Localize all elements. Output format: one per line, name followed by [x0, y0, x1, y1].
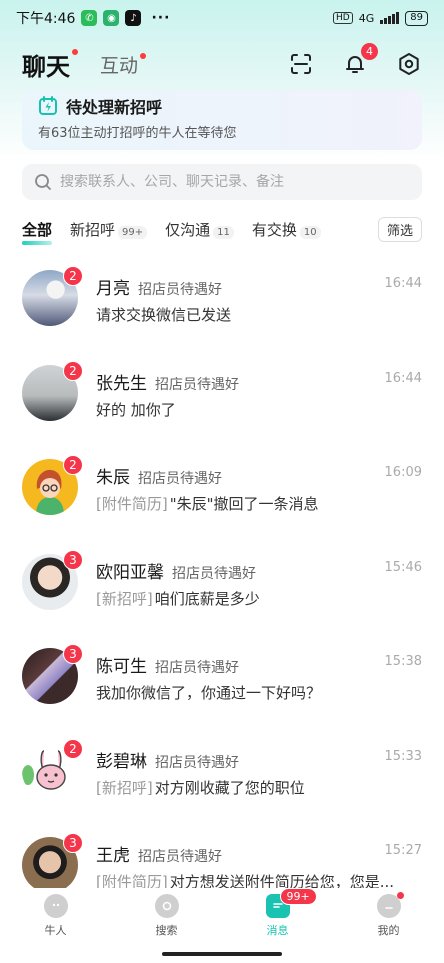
nav-label: 搜索 — [155, 924, 178, 937]
status-bar: 下午4:46 ✆ ◉ ♪ ··· HD 4G 89 — [0, 0, 444, 36]
pending-greetings-card[interactable]: 待处理新招呼 有63位主动打招呼的牛人在等待您 — [22, 90, 422, 150]
job-title: 招店员待遇好 — [155, 660, 239, 676]
compass-icon — [154, 894, 179, 918]
job-title: 招店员待遇好 — [155, 376, 239, 393]
tiktok-icon: ♪ — [125, 10, 142, 26]
message-preview: [附件简历] "朱辰"撤回了一条消息 — [96, 495, 319, 513]
tab-count: 99+ — [118, 225, 148, 239]
job-title: 招店员待遇好 — [138, 849, 222, 865]
contact-name: 彭碧琳 — [96, 751, 147, 772]
messages-badge: 99+ — [279, 888, 317, 905]
nav-messages[interactable]: 99+ 消息 — [222, 888, 333, 948]
nav-label: 我的 — [377, 924, 400, 937]
chat-dot-icon — [72, 48, 78, 55]
talent-icon — [43, 894, 68, 918]
contact-name: 朱辰 — [96, 468, 130, 488]
unread-badge: 2 — [63, 360, 83, 381]
contact-name: 张先生 — [96, 373, 147, 394]
message-tag: [附件简历] — [96, 495, 168, 513]
app-header: 聊天 互动 4 — [0, 40, 444, 88]
phone-app-icon: ✆ — [81, 10, 98, 26]
contact-name: 王虎 — [96, 846, 130, 866]
chat-item[interactable]: 2 张先生 招店员待遇好 16:44 好的 加你了 — [0, 349, 444, 444]
job-title: 招店员待遇好 — [138, 282, 222, 298]
message-preview: 请求交换微信已发送 — [96, 306, 232, 324]
message-tag: [新招呼] — [96, 589, 153, 608]
nav-me[interactable]: 我的 — [333, 888, 444, 948]
search-bar[interactable] — [22, 164, 422, 200]
filter-tab-new-greetings[interactable]: 新招呼 99+ — [70, 219, 148, 240]
message-time: 16:44 — [384, 276, 422, 291]
unread-badge: 3 — [63, 549, 83, 570]
message-preview: 好的 加你了 — [96, 400, 176, 419]
message-time: 16:09 — [384, 465, 422, 480]
message-time: 16:44 — [384, 370, 422, 386]
search-icon — [35, 174, 51, 190]
search-input[interactable] — [60, 174, 410, 190]
bell-icon[interactable]: 4 — [342, 43, 378, 77]
me-dot-icon — [396, 892, 404, 899]
unread-badge: 2 — [63, 455, 83, 475]
hd-indicator: HD — [333, 12, 353, 24]
tab-interact[interactable]: 互动 — [100, 51, 147, 78]
nav-search[interactable]: 搜索 — [111, 888, 222, 948]
contact-name: 陈可生 — [96, 657, 147, 677]
home-indicator — [162, 952, 282, 956]
message-tag: [新招呼] — [96, 778, 153, 797]
filter-tabs: 全部 新招呼 99+ 仅沟通 11 有交换 10 筛选 — [22, 214, 422, 245]
calendar-lightning-icon — [39, 96, 57, 115]
contact-name: 欧阳亚馨 — [96, 562, 164, 583]
chat-item[interactable]: 3 欧阳亚馨 招店员待遇好 15:46 [新招呼] 咱们底薪是多少 — [0, 538, 444, 633]
job-title: 招店员待遇好 — [155, 754, 239, 771]
unread-badge: 2 — [63, 738, 83, 759]
scan-icon[interactable] — [288, 51, 314, 77]
status-time: 下午4:46 — [16, 11, 76, 27]
tab-count: 10 — [299, 225, 321, 239]
more-notifications-icon: ··· — [151, 10, 171, 26]
message-time: 15:33 — [384, 748, 422, 764]
notification-badge: 4 — [361, 43, 378, 60]
settings-icon[interactable] — [396, 51, 422, 77]
chat-item[interactable]: 3 陈可生 招店员待遇好 15:38 我加你微信了，你通过一下好吗？ — [0, 632, 444, 727]
chat-item[interactable]: 2 朱辰 招店员待遇好 16:09 [附件简历] "朱辰"撤回了一条消息 — [0, 443, 444, 538]
unread-badge: 2 — [63, 266, 83, 286]
bottom-nav: 牛人 搜索 99+ 消息 我的 — [0, 888, 444, 948]
message-time: 15:46 — [384, 559, 422, 575]
chat-list: 2 月亮 招店员待遇好 16:44 请求交换微信已发送 2 张先生 招店员待遇好… — [0, 254, 444, 916]
chat-item[interactable]: 2 月亮 招店员待遇好 16:44 请求交换微信已发送 — [0, 254, 444, 349]
message-preview: 我加你微信了，你通过一下好吗？ — [96, 684, 322, 702]
filter-tab-only-chat[interactable]: 仅沟通 11 — [165, 219, 234, 240]
message-preview: [新招呼] 对方刚收藏了您的职位 — [96, 778, 305, 797]
tab-chat[interactable]: 聊天 — [22, 47, 78, 82]
filter-tab-exchanged[interactable]: 有交换 10 — [252, 219, 321, 240]
message-time: 15:38 — [384, 654, 422, 669]
job-title: 招店员待遇好 — [172, 565, 256, 582]
contact-name: 月亮 — [96, 279, 130, 299]
pending-subtitle: 有63位主动打招呼的牛人在等待您 — [38, 126, 237, 141]
nav-label: 牛人 — [44, 924, 67, 937]
tab-count: 11 — [213, 225, 234, 239]
filter-button[interactable]: 筛选 — [377, 216, 422, 242]
unread-badge: 3 — [63, 833, 83, 853]
app-notification-icon: ◉ — [103, 10, 120, 26]
signal-icon — [380, 12, 400, 24]
chat-item[interactable]: 2 彭碧琳 招店员待遇好 15:33 [新招呼] 对方刚收藏了您的职位 — [0, 727, 444, 822]
battery-icon: 89 — [405, 10, 428, 26]
nav-talent[interactable]: 牛人 — [0, 888, 111, 948]
nav-label: 消息 — [266, 924, 289, 937]
network-type: 4G — [358, 11, 375, 25]
unread-badge: 3 — [63, 644, 83, 664]
job-title: 招店员待遇好 — [138, 471, 222, 487]
interact-dot-icon — [140, 52, 147, 59]
message-preview: [新招呼] 咱们底薪是多少 — [96, 589, 260, 608]
filter-tab-all[interactable]: 全部 — [22, 219, 53, 245]
message-time: 15:27 — [384, 843, 422, 858]
pending-title: 待处理新招呼 — [66, 98, 163, 117]
